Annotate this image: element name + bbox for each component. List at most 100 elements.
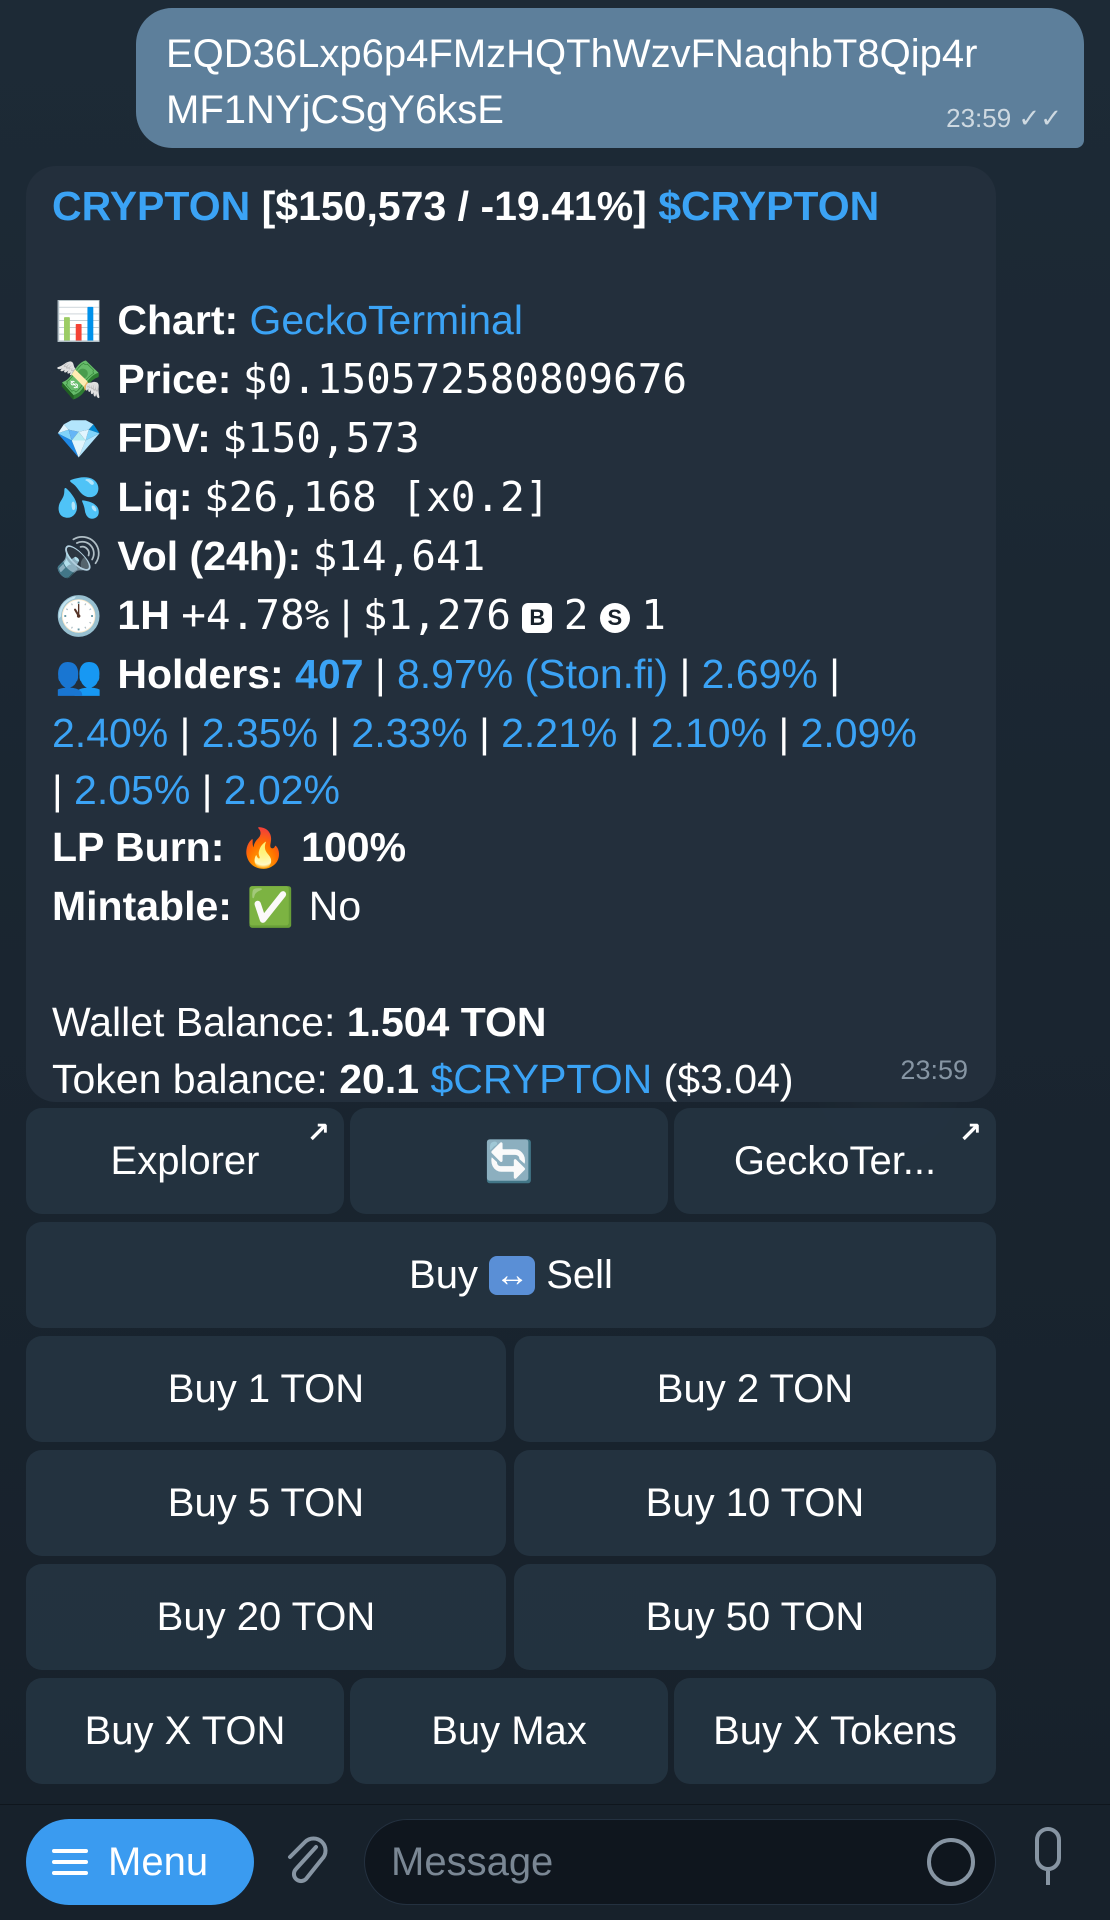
buy-max-button[interactable]: Buy Max [350,1678,668,1784]
holders-row-2: 2.40% | 2.35% | 2.33% | 2.21% | 2.10% | … [52,710,917,756]
menu-label: Menu [108,1839,209,1884]
message-time: 23:59 [900,1055,968,1085]
vol-value: $14,641 [312,532,486,580]
holder-link[interactable]: 2.21% [501,710,617,756]
chart-row: 📊 Chart: GeckoTerminal [52,292,970,351]
refresh-icon: 🔄 [484,1139,534,1184]
token-balance-label: Token balance: [52,1056,328,1102]
lp-burn-row: LP Burn: 🔥 100% [52,819,970,878]
money-icon: 💸 [55,360,103,402]
liq-label: Liq: [117,474,193,520]
hour-label: 1H [117,592,170,638]
price-row: 💸 Price: $0.150572580809676 [52,351,970,410]
contract-address: EQD36Lxp6p4FMzHQThWzvFNaqhbT8Qip4r MF1NY… [166,26,1054,138]
holder-link[interactable]: 8.97% (Ston.fi) [397,651,668,697]
speaker-icon: 🔊 [55,537,103,579]
lp-burn-value: 100% [301,824,407,870]
clock-icon: 🕚 [55,596,103,638]
chart-icon: 📊 [55,301,103,343]
token-ticker-link[interactable]: $CRYPTON [658,183,879,229]
paperclip-icon[interactable] [280,1829,330,1902]
explorer-label: Explorer [110,1138,260,1183]
buy-x-ton-button[interactable]: Buy X TON [26,1678,344,1784]
buy-max-label: Buy Max [431,1708,587,1753]
holders-row-3: | 2.05% | 2.02% [52,767,341,813]
explorer-button[interactable]: Explorer ↗ [26,1108,344,1214]
holder-link[interactable]: 2.09% [801,710,917,756]
sells-icon: S [599,603,630,633]
message-input[interactable] [391,1839,911,1885]
people-icon: 👥 [55,655,103,697]
geckoterminal-button[interactable]: GeckoTer... ↗ [674,1108,996,1214]
holder-link[interactable]: 2.02% [224,767,340,813]
liq-value: $26,168 [x0.2] [203,473,550,521]
buy-x-tokens-button[interactable]: Buy X Tokens [674,1678,996,1784]
address-line-1: EQD36Lxp6p4FMzHQThWzvFNaqhbT8Qip4r [166,32,978,76]
holder-link[interactable]: 2.05% [74,767,190,813]
fdv-value: $150,573 [222,414,420,462]
mintable-label: Mintable: [52,883,232,929]
vol-label: Vol (24h): [117,533,302,579]
holder-link[interactable]: 2.40% [52,710,168,756]
buys-count: 2 [563,591,589,639]
menu-button[interactable]: Menu [26,1819,254,1905]
buy-2-ton-label: Buy 2 TON [656,1366,854,1411]
token-balance-row: Token balance: 20.1 $CRYPTON ($3.04) [52,1051,970,1108]
price-value: $0.150572580809676 [242,355,688,403]
message-field[interactable] [364,1819,996,1905]
hour-row: 🕚 1H +4.78% | $1,276 B 2 S 1 [52,587,970,646]
hour-change: +4.78% [181,591,330,639]
sticker-icon[interactable] [927,1838,975,1886]
hour-volume: $1,276 [362,591,511,639]
holders-label: Holders: [117,651,284,697]
holder-link[interactable]: 2.69% [702,651,818,697]
sells-count: 1 [641,591,666,639]
vol-row: 🔊 Vol (24h): $14,641 [52,528,970,587]
buy-x-ton-label: Buy X TON [84,1708,286,1753]
holders-row: 👥 Holders: 407 | 8.97% (Ston.fi) | 2.69%… [52,646,970,705]
price-label: Price: [117,356,232,402]
chart-label: Chart: [117,297,239,343]
message-time: 23:59 [946,103,1012,133]
holders-count-link[interactable]: 407 [295,651,363,697]
lp-burn-label: LP Burn: [52,824,225,870]
buy-sell-toggle-button[interactable]: Buy ↔ Sell [26,1222,996,1328]
token-balance-amount: 20.1 [339,1056,420,1102]
buy-20-ton-label: Buy 20 TON [156,1594,376,1639]
refresh-button[interactable]: 🔄 [350,1108,668,1214]
address-line-2: MF1NYjCSgY6ksE [166,88,504,132]
geckoterminal-label: GeckoTer... [733,1138,937,1183]
sell-label: Sell [546,1252,613,1297]
token-balance-usd: ($3.04) [663,1056,794,1102]
droplets-icon: 💦 [55,478,103,520]
token-name-link[interactable]: CRYPTON [52,183,250,229]
microphone-icon[interactable] [1028,1827,1068,1897]
token-balance-ticker-link[interactable]: $CRYPTON [430,1056,652,1102]
wallet-balance-value: 1.504 TON [346,999,547,1045]
buy-50-ton-button[interactable]: Buy 50 TON [514,1564,996,1670]
token-header: CRYPTON [$150,573 / -19.41%] $CRYPTON [52,178,970,235]
wallet-balance-label: Wallet Balance: [52,999,336,1045]
holder-link[interactable]: 2.35% [202,710,318,756]
token-info-message: CRYPTON [$150,573 / -19.41%] $CRYPTON 📊 … [26,166,996,1102]
diamond-icon: 💎 [55,419,103,461]
buy-10-ton-button[interactable]: Buy 10 TON [514,1450,996,1556]
outgoing-message[interactable]: EQD36Lxp6p4FMzHQThWzvFNaqhbT8Qip4r MF1NY… [136,8,1084,148]
swap-icon: ↔ [489,1255,536,1295]
buy-10-ton-label: Buy 10 TON [645,1480,865,1525]
buy-1-ton-button[interactable]: Buy 1 TON [26,1336,506,1442]
buys-icon: B [522,603,553,633]
holder-link[interactable]: 2.10% [651,710,767,756]
mintable-value: No [308,883,362,929]
buy-50-ton-label: Buy 50 TON [645,1594,865,1639]
chart-link[interactable]: GeckoTerminal [250,297,523,343]
buy-2-ton-button[interactable]: Buy 2 TON [514,1336,996,1442]
check-icon: ✅ [246,887,294,929]
fire-icon: 🔥 [239,828,287,870]
buy-5-ton-button[interactable]: Buy 5 TON [26,1450,506,1556]
buy-20-ton-button[interactable]: Buy 20 TON [26,1564,506,1670]
read-ticks-icon: ✓✓ [1018,103,1062,133]
liq-row: 💦 Liq: $26,168 [x0.2] [52,469,970,528]
holder-link[interactable]: 2.33% [351,710,467,756]
external-link-icon: ↗ [306,1117,330,1148]
